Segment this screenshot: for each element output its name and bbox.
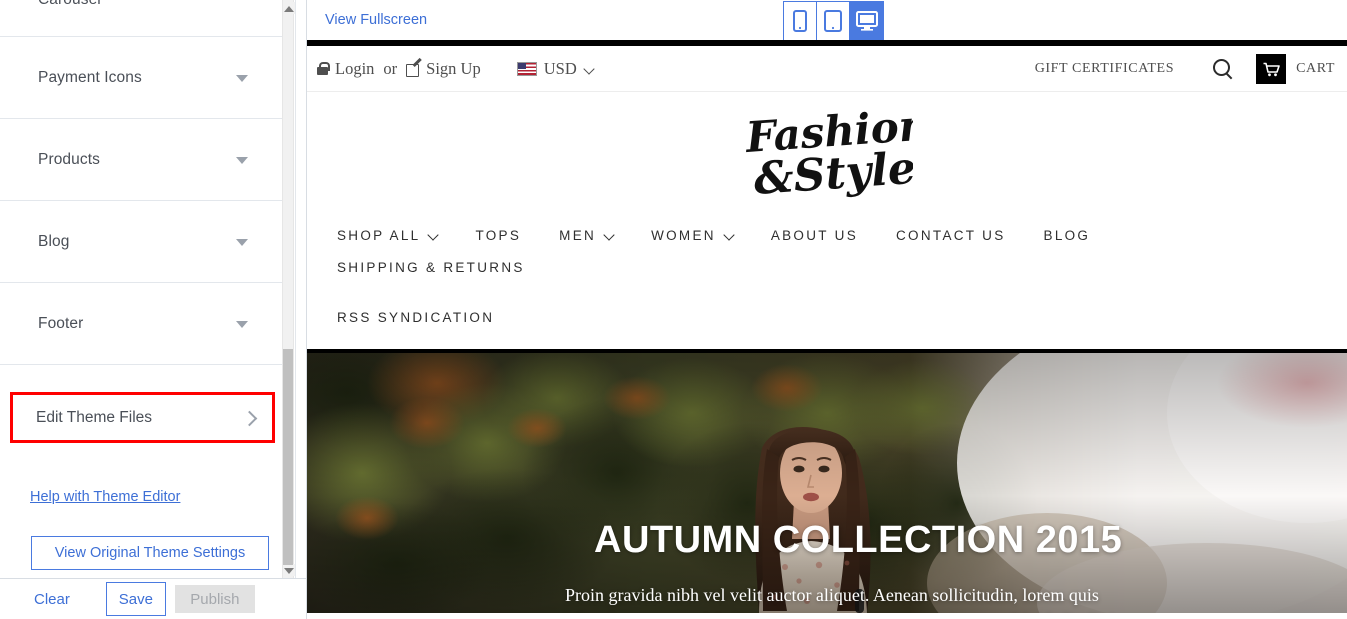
hero-background-image [307,353,1347,613]
device-preview-toggle-group [783,1,884,41]
currency-selector[interactable]: USD [516,58,593,79]
chevron-right-icon [244,410,254,426]
storefront-preview-pane: View Fullscreen Login or Sign Up USD GIF… [307,0,1347,619]
nav-item-men[interactable]: MEN [559,219,613,251]
nav-row-secondary: RSS SYNDICATION [337,301,1347,333]
sidebar-panel-label: Payment Icons [38,68,142,86]
us-flag-icon [516,61,537,76]
save-button[interactable]: Save [105,582,166,616]
nav-item-rss-syndication[interactable]: RSS SYNDICATION [337,301,494,333]
storefront-frame: Login or Sign Up USD GIFT CERTIFICATES C… [307,46,1347,619]
nav-label: SHOP ALL [337,227,421,243]
utility-bar-right: GIFT CERTIFICATES CART [1035,46,1347,92]
shopping-cart-icon[interactable] [1256,54,1287,84]
nav-label: SHIPPING & RETURNS [337,259,525,275]
nav-item-tops[interactable]: TOPS [475,219,521,251]
view-original-theme-settings-button[interactable]: View Original Theme Settings [31,536,269,570]
nav-item-blog[interactable]: BLOG [1044,219,1091,251]
login-link[interactable]: Login [335,59,374,79]
chevron-down-icon [236,74,248,82]
sidebar-action-bar: Clear Save Publish [0,578,306,619]
edit-theme-files-button[interactable]: Edit Theme Files [13,395,272,440]
chevron-down-icon [236,320,248,328]
nav-item-shop-all[interactable]: SHOP ALL [337,219,437,251]
nav-label: CONTACT US [896,227,1006,243]
view-fullscreen-link[interactable]: View Fullscreen [325,12,427,28]
search-icon[interactable] [1212,58,1234,80]
nav-item-women[interactable]: WOMEN [651,219,733,251]
tablet-icon [824,10,842,32]
gift-certificates-link[interactable]: GIFT CERTIFICATES [1035,61,1174,77]
nav-label: BLOG [1043,227,1091,243]
device-toggle-desktop[interactable] [850,2,883,40]
sidebar-panel-payment-icons[interactable]: Payment Icons [0,37,284,119]
sidebar-panel-label: Footer [38,314,84,332]
nav-row-primary: SHOP ALL TOPS MEN WOMEN ABOUT US CONTACT… [337,219,1347,283]
hero-banner[interactable]: AUTUMN COLLECTION 2015 Proin gravida nib… [307,353,1347,613]
account-links: Login or Sign Up USD [317,59,593,79]
store-main-navigation: SHOP ALL TOPS MEN WOMEN ABOUT US CONTACT… [307,219,1347,353]
sidebar-panel-products[interactable]: Products [0,119,284,201]
theme-editor-screen: Carousel Payment Icons Products Blog Foo… [0,0,1347,619]
sidebar-panel-footer[interactable]: Footer [0,283,284,365]
preview-toolbar: View Fullscreen [307,0,1347,41]
sidebar-scroll-area[interactable]: Carousel Payment Icons Products Blog Foo… [0,0,284,578]
theme-settings-sidebar: Carousel Payment Icons Products Blog Foo… [0,0,307,619]
hero-title: AUTUMN COLLECTION 2015 [594,519,1123,561]
mobile-phone-icon [793,10,807,32]
scroll-up-arrow-icon[interactable] [283,2,295,14]
publish-button: Publish [174,585,255,613]
hero-subtitle: Proin gravida nibh vel velit auctor aliq… [565,585,1122,613]
lock-icon [317,62,330,75]
sidebar-panel-label: Products [38,150,100,168]
desktop-monitor-icon [855,11,878,31]
edit-theme-files-label: Edit Theme Files [36,408,153,426]
chevron-down-icon [605,231,613,239]
device-toggle-mobile[interactable] [784,2,817,40]
chevron-down-icon [429,231,437,239]
chevron-down-icon [585,65,593,73]
sidebar-panel-carousel[interactable]: Carousel [0,0,284,37]
cart-link[interactable]: CART [1296,61,1335,77]
scroll-down-arrow-icon[interactable] [283,564,295,576]
sidebar-scrollbar-thumb[interactable] [283,349,293,565]
nav-label: WOMEN [651,227,716,243]
pencil-square-icon [406,62,420,77]
nav-label: ABOUT US [770,227,858,243]
sidebar-panel-blog[interactable]: Blog [0,201,284,283]
chevron-down-icon [725,231,733,239]
signup-link[interactable]: Sign Up [426,59,481,79]
nav-item-about-us[interactable]: ABOUT US [771,219,858,251]
store-logo[interactable]: Fashion &Style [307,92,1347,219]
or-separator: or [383,58,398,78]
edit-theme-files-highlight: Edit Theme Files [10,392,275,443]
nav-label: MEN [559,227,597,243]
device-toggle-tablet[interactable] [817,2,850,40]
chevron-down-icon [236,238,248,246]
clear-button[interactable]: Clear [28,590,76,609]
nav-label: RSS SYNDICATION [337,309,495,325]
currency-label: USD [543,58,577,78]
nav-label: TOPS [475,227,522,243]
sidebar-panel-label: Carousel [38,0,101,9]
sidebar-divider [295,0,306,578]
chevron-down-icon [236,156,248,164]
nav-item-shipping-returns[interactable]: SHIPPING & RETURNS [337,251,525,283]
fashion-and-style-logo-icon: Fashion &Style [743,106,913,205]
sidebar-panel-label: Blog [38,232,70,250]
help-with-theme-editor-link[interactable]: Help with Theme Editor [30,489,180,505]
svg-text:&Style: &Style [752,142,913,204]
nav-item-contact-us[interactable]: CONTACT US [896,219,1006,251]
store-utility-bar: Login or Sign Up USD GIFT CERTIFICATES C… [307,46,1347,92]
